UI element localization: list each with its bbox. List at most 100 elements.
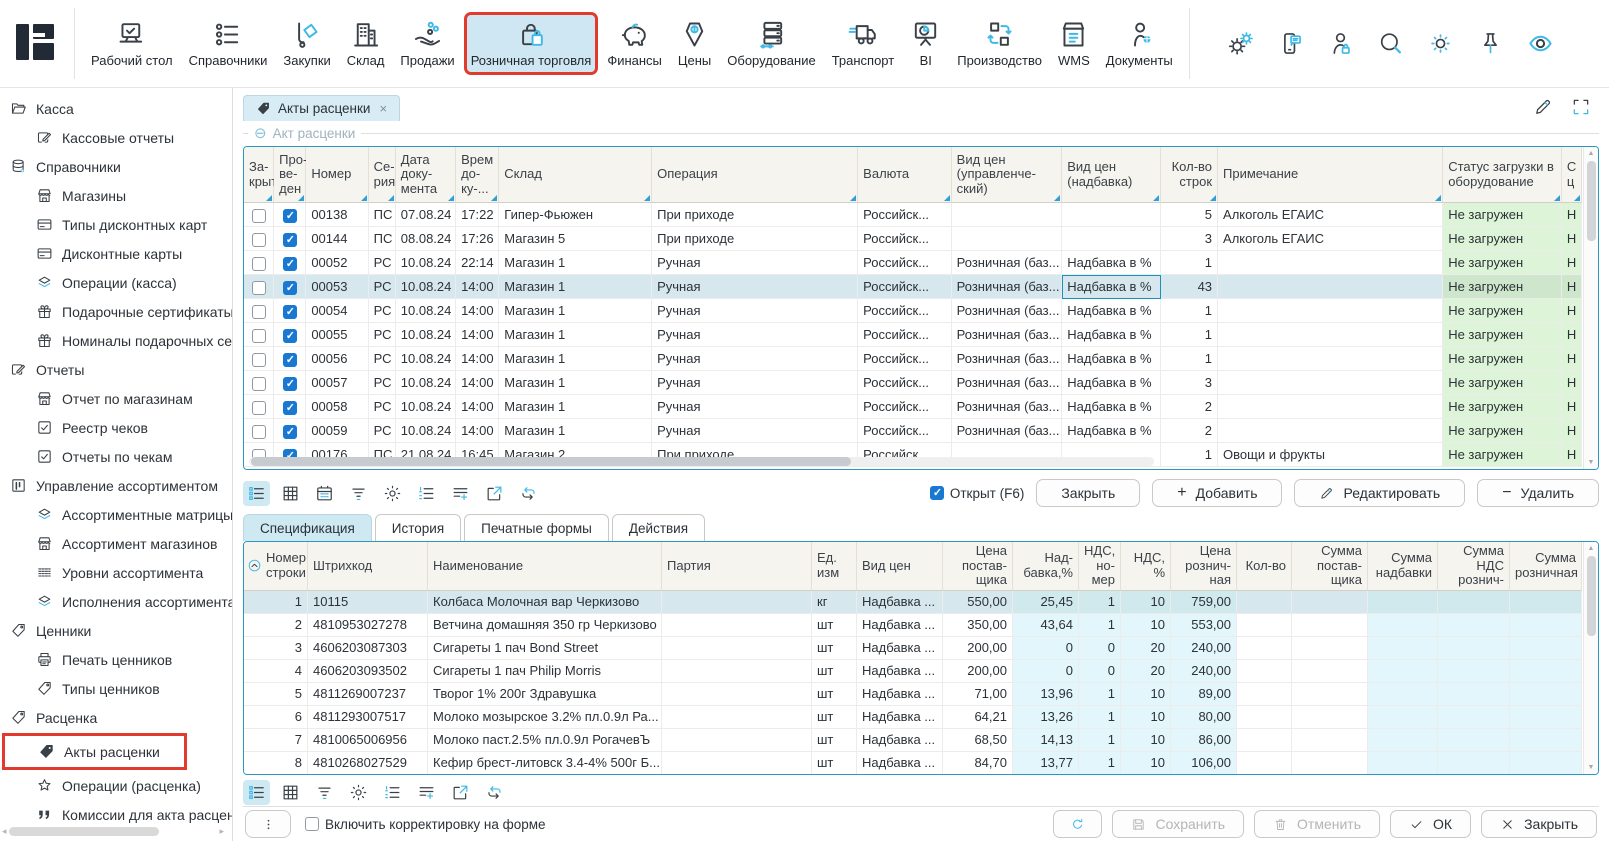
specification-row[interactable]: 54811269007237Творог 1% 200г Здравушкашт… [244, 683, 1582, 706]
toolbar-open-external-button[interactable] [481, 481, 508, 506]
sidebar-item[interactable]: Акты расценки [2, 733, 187, 770]
top-nav-item-5[interactable]: Розничная торговля [465, 13, 598, 74]
toolbar-calendar-button[interactable] [311, 481, 338, 506]
spec-column-header[interactable]: Штрихкод [308, 542, 428, 591]
sidebar-item[interactable]: Ассортимент магазинов [0, 529, 232, 558]
document-row[interactable]: 00057РС10.08.2414:00Магазин 1РучнаяРосси… [244, 371, 1582, 395]
closed-checkbox[interactable] [252, 209, 266, 223]
toolbar-grid-button[interactable] [277, 481, 304, 506]
document-row[interactable]: 00055РС10.08.2414:00Магазин 1РучнаяРосси… [244, 323, 1582, 347]
toolbar-filter-button[interactable] [311, 780, 338, 805]
sidebar-item[interactable]: Реестр чеков [0, 413, 232, 442]
spec-column-header[interactable]: Сумма надбавки [1368, 542, 1438, 591]
closed-checkbox[interactable] [252, 233, 266, 247]
spec-column-header[interactable]: Ед. изм [812, 542, 857, 591]
ok-button[interactable]: ОК [1390, 810, 1471, 838]
top-nav-item-4[interactable]: Продажи [394, 13, 460, 74]
doc-column-header[interactable]: Врем до- ку-... [456, 147, 499, 203]
save-button[interactable]: Сохранить [1112, 810, 1244, 838]
top-nav-item-1[interactable]: Справочники [183, 13, 274, 74]
close-button[interactable]: Закрыть [1481, 810, 1597, 838]
sidebar-item[interactable]: Справочники [0, 152, 232, 181]
posted-checkbox[interactable] [283, 305, 297, 319]
checkbox-unchecked-icon[interactable] [305, 817, 319, 831]
document-row[interactable]: 00144ПС08.08.2417:26Магазин 5При приходе… [244, 227, 1582, 251]
toolbar-open-external-button[interactable] [447, 780, 474, 805]
sidebar-item[interactable]: Дисконтные карты [0, 239, 232, 268]
doc-column-header[interactable]: Склад [499, 147, 652, 203]
posted-checkbox[interactable] [283, 425, 297, 439]
document-row[interactable]: 00053РС10.08.2414:00Магазин 1РучнаяРосси… [244, 275, 1582, 299]
toolbar-filter-button[interactable] [345, 481, 372, 506]
toolbar-list-button[interactable] [243, 780, 270, 805]
spec-column-header[interactable]: Сумма постав- щика [1292, 542, 1368, 591]
document-row[interactable]: 00138ПС07.08.2417:22Гипер-ФьюженПри прих… [244, 203, 1582, 227]
sidebar-item[interactable]: Исполнения ассортимента [0, 587, 232, 616]
sidebar-item[interactable]: Печать ценников [0, 645, 232, 674]
posted-checkbox[interactable] [283, 209, 297, 223]
detail-tab[interactable]: Действия [612, 514, 705, 541]
scroll-down-icon[interactable]: ▼ [1588, 459, 1595, 466]
top-nav-item-9[interactable]: Транспорт [826, 13, 901, 74]
toolbar-refresh-loop-button[interactable] [515, 481, 542, 506]
posted-checkbox[interactable] [283, 377, 297, 391]
scroll-left-icon[interactable]: ◂ [2, 826, 7, 837]
sidebar-item[interactable]: Касса [0, 94, 232, 123]
top-nav-item-3[interactable]: Склад [341, 13, 391, 74]
scroll-thumb[interactable] [1587, 161, 1596, 241]
specification-row[interactable]: 34606203087303Сигареты 1 пач Bond Street… [244, 637, 1582, 660]
edit-pencil-icon[interactable] [1533, 97, 1553, 117]
sidebar-item[interactable]: Управление ассортиментом [0, 471, 232, 500]
scroll-down-icon[interactable]: ▼ [1588, 764, 1595, 771]
doc-column-header[interactable]: Номер [306, 147, 368, 203]
closed-checkbox[interactable] [252, 305, 266, 319]
enable-adjustment-checkbox[interactable]: Включить корректировку на форме [305, 817, 546, 832]
doc-hscrollbar[interactable] [249, 457, 1154, 466]
scroll-thumb[interactable] [9, 827, 159, 836]
brightness-button[interactable] [1427, 30, 1454, 57]
sidebar-item[interactable]: Номиналы подарочных серти [0, 326, 232, 355]
spec-column-header[interactable]: Кол-во [1237, 542, 1292, 591]
closed-checkbox[interactable] [252, 329, 266, 343]
spec-column-header[interactable]: Номер строки [244, 542, 308, 591]
sidebar-hscrollbar[interactable]: ◂ ▸ [2, 825, 224, 837]
sidebar-item[interactable]: Ассортиментные матрицы [0, 500, 232, 529]
sidebar-item[interactable]: Подарочные сертификаты [0, 297, 232, 326]
top-nav-item-10[interactable]: BI [904, 13, 947, 74]
doc-column-header[interactable]: Примечание [1218, 147, 1443, 203]
posted-checkbox[interactable] [283, 281, 297, 295]
document-row[interactable]: 00054РС10.08.2414:00Магазин 1РучнаяРосси… [244, 299, 1582, 323]
more-actions-button[interactable] [245, 810, 291, 838]
spec-column-header[interactable]: НДС, но- мер [1079, 542, 1121, 591]
spec-column-header[interactable]: Цена рознич- ная [1171, 542, 1237, 591]
closed-checkbox[interactable] [252, 377, 266, 391]
toolbar-add-list-button[interactable] [413, 780, 440, 805]
doc-column-header[interactable]: За- крыт [244, 147, 274, 203]
cancel-button[interactable]: Отменить [1254, 810, 1380, 838]
top-nav-item-8[interactable]: Оборудование [721, 13, 821, 74]
closed-checkbox[interactable] [252, 425, 266, 439]
fullscreen-icon[interactable] [1571, 97, 1591, 117]
settings-button[interactable] [1227, 30, 1254, 57]
specification-row[interactable]: 44606203093502Сигареты 1 пач Philip Morr… [244, 660, 1582, 683]
sidebar-item[interactable]: Кассовые отчеты [0, 123, 232, 152]
posted-checkbox[interactable] [283, 233, 297, 247]
doc-column-header[interactable]: Валюта [858, 147, 951, 203]
visibility-button[interactable] [1527, 30, 1554, 57]
sidebar-item[interactable]: Расценка [0, 703, 232, 732]
toolbar-grid-button[interactable] [277, 780, 304, 805]
doc-column-header[interactable]: Операция [652, 147, 858, 203]
posted-checkbox[interactable] [283, 329, 297, 343]
sidebar-item[interactable]: Отчет по магазинам [0, 384, 232, 413]
add-button[interactable]: +Добавить [1152, 479, 1282, 507]
toolbar-refresh-loop-button[interactable] [481, 780, 508, 805]
toolbar-numbered-list-button[interactable] [379, 780, 406, 805]
doc-column-header[interactable]: Дата доку- мента [396, 147, 456, 203]
closed-checkbox[interactable] [252, 257, 266, 271]
spec-column-header[interactable]: НДС, % [1121, 542, 1171, 591]
specification-row[interactable]: 24810953027278Ветчина домашняя 350 гр Че… [244, 614, 1582, 637]
top-nav-item-6[interactable]: Финансы [601, 13, 668, 74]
document-row[interactable]: 00052РС10.08.2422:14Магазин 1РучнаяРосси… [244, 251, 1582, 275]
top-nav-item-12[interactable]: WMS [1052, 13, 1096, 74]
top-nav-item-0[interactable]: Рабочий стол [85, 13, 179, 74]
